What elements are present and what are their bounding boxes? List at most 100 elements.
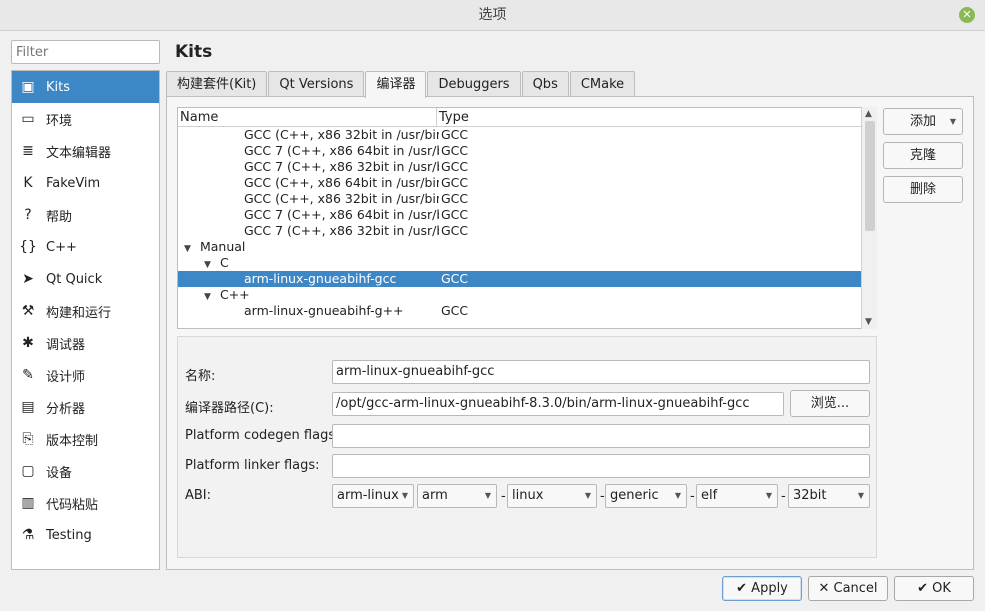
column-header-type[interactable]: Type bbox=[437, 108, 469, 127]
ok-button-label: OK bbox=[932, 581, 951, 596]
abi-flavor-select[interactable]: generic ▼ bbox=[605, 484, 687, 508]
tree-cell-name: ▼ C bbox=[178, 255, 439, 271]
chevron-down-icon: ▼ bbox=[765, 491, 772, 500]
tree-row[interactable]: GCC 7 (C++, x86 32bit in /usr/bin) GCC bbox=[178, 159, 876, 175]
linker-flags-label: Platform linker flags: bbox=[185, 458, 320, 473]
nav-item-fakevim[interactable]: K FakeVim bbox=[12, 167, 159, 199]
tab-debuggers[interactable]: Debuggers bbox=[427, 71, 521, 97]
compiler-path-field[interactable]: /opt/gcc-arm-linux-gnueabihf-8.3.0/bin/a… bbox=[332, 392, 784, 416]
abi-architecture-select[interactable]: arm-linux ▼ bbox=[332, 484, 414, 508]
nav-item-bug[interactable]: ✱ 调试器 bbox=[12, 327, 159, 359]
nav-item-kits[interactable]: ▣ Kits bbox=[12, 71, 159, 103]
help-icon: ? bbox=[24, 207, 32, 223]
ok-button[interactable]: ✔ OK bbox=[894, 576, 974, 601]
tree-cell-name-text: Manual bbox=[199, 239, 246, 254]
abi-format-value: elf bbox=[701, 488, 718, 503]
compiler-path-label: 编译器路径(C): bbox=[185, 401, 274, 416]
expand-arrow-icon[interactable]: ▼ bbox=[204, 257, 216, 271]
clone-button[interactable]: 克隆 bbox=[883, 142, 963, 169]
tree-cell-name-text: GCC 7 (C++, x86 32bit in /usr/bin) bbox=[244, 159, 439, 174]
codegen-flags-field[interactable] bbox=[332, 424, 870, 448]
device-icon: ▢ bbox=[21, 463, 35, 479]
tree-cell-name: GCC 7 (C++, x86 32bit in /usr/bin) bbox=[178, 159, 439, 175]
scrollbar-thumb[interactable] bbox=[865, 121, 875, 231]
cancel-icon: ✕ bbox=[818, 581, 830, 596]
tree-row[interactable]: GCC (C++, x86 64bit in /usr/bin) GCC bbox=[178, 175, 876, 191]
qt-quick-icon: ➤ bbox=[22, 271, 34, 287]
scroll-down-icon[interactable]: ▼ bbox=[865, 317, 872, 327]
tree-row[interactable]: arm-linux-gnueabihf-gcc GCC bbox=[178, 271, 876, 287]
expand-arrow-icon[interactable]: ▼ bbox=[204, 289, 216, 303]
tab-kits[interactable]: 构建套件(Kit) bbox=[166, 71, 268, 97]
tab-compilers[interactable]: 编译器 bbox=[365, 71, 427, 98]
abi-separator: - bbox=[501, 489, 506, 504]
nav-item-label: 设备 bbox=[46, 465, 73, 481]
browse-button[interactable]: 浏览... bbox=[790, 390, 870, 417]
tree-row[interactable]: ▼ C++ bbox=[178, 287, 876, 303]
tree-cell-name: GCC (C++, x86 32bit in /usr/bin) bbox=[178, 191, 439, 207]
tree-row[interactable]: arm-linux-gnueabihf-g++ GCC bbox=[178, 303, 876, 319]
nav-item-version-control[interactable]: ⎘ 版本控制 bbox=[12, 423, 159, 455]
tree-row[interactable]: ▼ Manual bbox=[178, 239, 876, 255]
nav-item-testing[interactable]: ⚗ Testing bbox=[12, 519, 159, 551]
apply-button[interactable]: ✔ Apply bbox=[722, 576, 802, 601]
tree-cell-name: GCC (C++, x86 32bit in /usr/bin) bbox=[178, 127, 439, 143]
nav-item-pencil[interactable]: ✎ 设计师 bbox=[12, 359, 159, 391]
tree-cell-name-text: GCC (C++, x86 32bit in /usr/bin) bbox=[244, 191, 439, 206]
fakevim-icon: K bbox=[23, 175, 33, 191]
tree-cell-name: GCC 7 (C++, x86 64bit in /usr/bin) bbox=[178, 207, 439, 223]
tree-row[interactable]: GCC 7 (C++, x86 32bit in /usr/bin) GCC bbox=[178, 223, 876, 239]
nav-item-qt-quick[interactable]: ➤ Qt Quick bbox=[12, 263, 159, 295]
linker-flags-field[interactable] bbox=[332, 454, 870, 478]
tree-cell-name-text: GCC (C++, x86 64bit in /usr/bin) bbox=[244, 175, 439, 190]
tree-row[interactable]: GCC (C++, x86 32bit in /usr/bin) GCC bbox=[178, 191, 876, 207]
abi-width-select[interactable]: 32bit ▼ bbox=[788, 484, 870, 508]
nav-item-monitor[interactable]: ▭ 环境 bbox=[12, 103, 159, 135]
tab-qt-versions[interactable]: Qt Versions bbox=[268, 71, 365, 97]
tree-scrollbar[interactable]: ▲ ▼ bbox=[861, 107, 877, 329]
abi-format-select[interactable]: elf ▼ bbox=[696, 484, 778, 508]
tree-cell-name: ▼ C++ bbox=[178, 287, 439, 303]
tree-row[interactable]: GCC 7 (C++, x86 64bit in /usr/bin) GCC bbox=[178, 207, 876, 223]
nav-item-hammer[interactable]: ⚒ 构建和运行 bbox=[12, 295, 159, 327]
nav-item-analyzer[interactable]: ▤ 分析器 bbox=[12, 391, 159, 423]
tab-qbs[interactable]: Qbs bbox=[521, 71, 569, 97]
nav-item-label: Qt Quick bbox=[46, 271, 103, 287]
tree-header: Name Type bbox=[178, 108, 876, 127]
tree-row[interactable]: GCC 7 (C++, x86 64bit in /usr/bin) GCC bbox=[178, 143, 876, 159]
abi-os-value: linux bbox=[512, 488, 544, 503]
tree-cell-name-text: arm-linux-gnueabihf-g++ bbox=[244, 303, 404, 318]
chevron-down-icon: ▼ bbox=[484, 491, 491, 500]
name-field[interactable]: arm-linux-gnueabihf-gcc bbox=[332, 360, 870, 384]
scroll-up-icon[interactable]: ▲ bbox=[865, 109, 872, 119]
nav-item-label: Kits bbox=[46, 79, 71, 95]
tree-cell-type: GCC bbox=[441, 191, 469, 206]
nav-item-text-editor[interactable]: ≣ 文本编辑器 bbox=[12, 135, 159, 167]
remove-button[interactable]: 删除 bbox=[883, 176, 963, 203]
tree-row[interactable]: ▼ C bbox=[178, 255, 876, 271]
abi-os-select[interactable]: linux ▼ bbox=[507, 484, 597, 508]
add-button[interactable]: 添加 ▼ bbox=[883, 108, 963, 135]
column-header-name[interactable]: Name bbox=[178, 108, 437, 127]
tree-cell-type: GCC bbox=[441, 207, 469, 222]
nav-item-braces[interactable]: {} C++ bbox=[12, 231, 159, 263]
nav-item-paste[interactable]: ▥ 代码粘贴 bbox=[12, 487, 159, 519]
tree-row[interactable]: GCC (C++, x86 32bit in /usr/bin) GCC bbox=[178, 127, 876, 143]
check-icon: ✔ bbox=[917, 581, 928, 596]
chevron-down-icon: ▼ bbox=[584, 491, 591, 500]
tree-cell-name: GCC (C++, x86 64bit in /usr/bin) bbox=[178, 175, 439, 191]
cancel-button[interactable]: ✕ Cancel bbox=[808, 576, 888, 601]
compiler-tree[interactable]: Name Type GCC (C++, x86 32bit in /usr/bi… bbox=[177, 107, 877, 329]
tree-cell-name-text: GCC 7 (C++, x86 64bit in /usr/bin) bbox=[244, 207, 439, 222]
tab-cmake[interactable]: CMake bbox=[569, 71, 636, 97]
nav-item-device[interactable]: ▢ 设备 bbox=[12, 455, 159, 487]
filter-input[interactable] bbox=[11, 40, 160, 64]
close-icon[interactable]: ✕ bbox=[959, 7, 975, 23]
text-editor-icon: ≣ bbox=[22, 143, 34, 159]
chevron-down-icon: ▼ bbox=[857, 491, 864, 500]
expand-arrow-icon[interactable]: ▼ bbox=[184, 241, 196, 255]
nav-item-help[interactable]: ? 帮助 bbox=[12, 199, 159, 231]
abi-label: ABI: bbox=[185, 488, 212, 503]
tree-cell-name: ▼ Manual bbox=[178, 239, 439, 255]
abi-arch-select[interactable]: arm ▼ bbox=[417, 484, 497, 508]
